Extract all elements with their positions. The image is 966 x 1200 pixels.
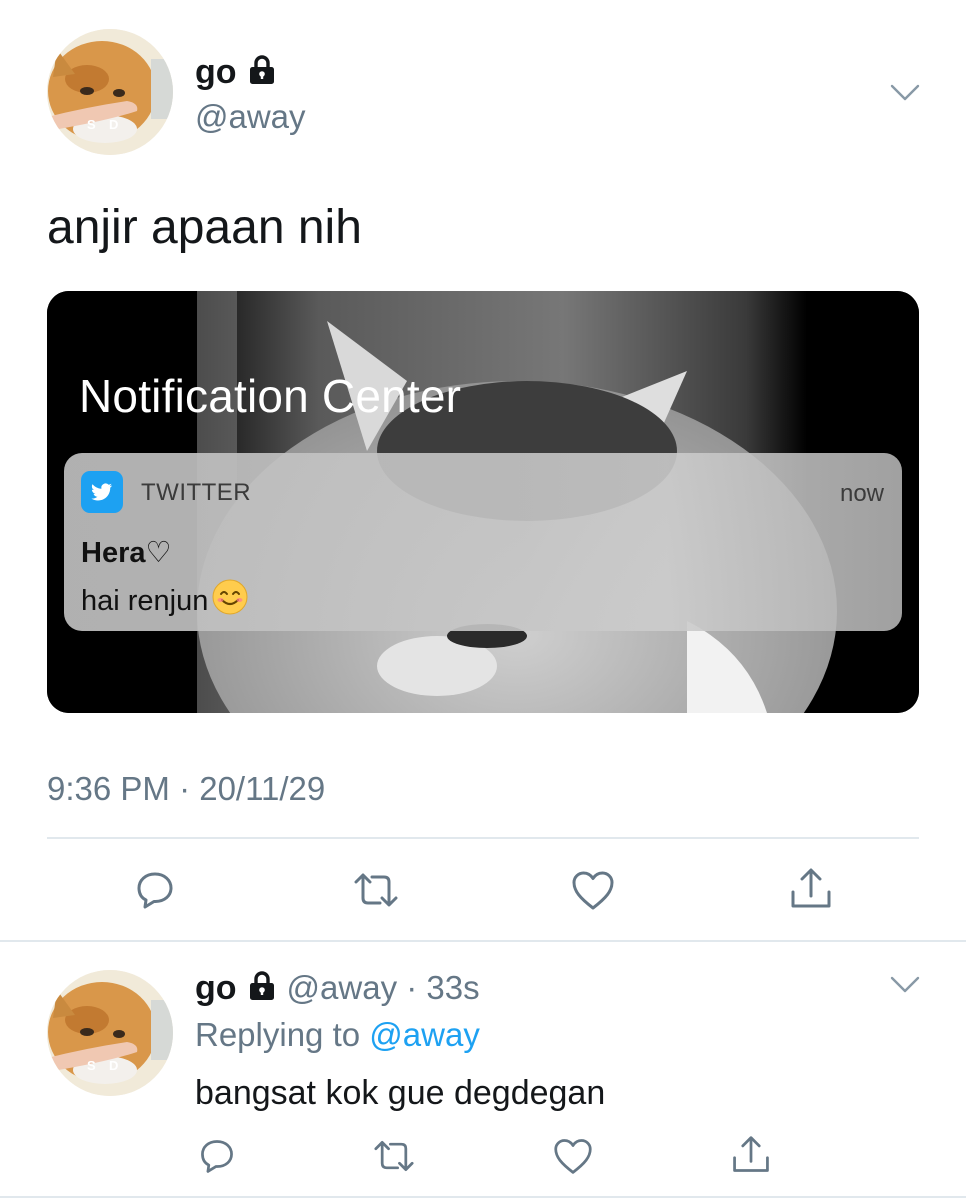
retweet-button[interactable] xyxy=(370,1136,418,1176)
avatar-letter: D xyxy=(109,1058,118,1073)
retweet-icon xyxy=(374,1141,414,1171)
section-divider xyxy=(0,940,966,942)
avatar-letter: S xyxy=(87,1058,96,1073)
reply-avatar[interactable]: S D xyxy=(47,970,173,1096)
author-name-row: go xyxy=(195,50,277,94)
reply-icon xyxy=(137,872,173,909)
notification-sender: Hera♡ xyxy=(81,537,172,569)
avatar[interactable]: S D xyxy=(47,29,173,155)
replying-to: Replying to @away xyxy=(195,1016,480,1054)
share-icon xyxy=(791,868,831,908)
notification-center-title: Notification Center xyxy=(79,370,462,422)
notification-message: hai renjun xyxy=(81,584,209,617)
notification-card: TWITTER now Hera♡ hai renjun xyxy=(64,453,902,631)
like-icon xyxy=(554,1139,592,1174)
reply-button[interactable] xyxy=(133,868,177,912)
avatar-letter: D xyxy=(109,117,118,132)
notification-message-row: hai renjun xyxy=(81,579,248,623)
tweet-text: anjir apaan nih xyxy=(47,201,362,254)
replying-to-label: Replying to xyxy=(195,1016,361,1053)
share-button[interactable] xyxy=(788,866,834,912)
reply-icon xyxy=(201,1140,233,1173)
share-button[interactable] xyxy=(730,1134,772,1176)
avatar-letter: S xyxy=(87,117,96,132)
retweet-icon xyxy=(354,873,398,907)
bottom-divider xyxy=(0,1196,966,1198)
chevron-down-icon[interactable] xyxy=(890,84,920,107)
chevron-down-icon[interactable] xyxy=(890,976,920,999)
like-icon xyxy=(572,871,614,910)
reply-button[interactable] xyxy=(197,1136,237,1176)
reply-author-name[interactable]: go xyxy=(195,969,237,1008)
reply-text: bangsat kok gue degdegan xyxy=(195,1074,606,1112)
like-button[interactable] xyxy=(570,868,616,912)
lock-icon xyxy=(247,970,277,1006)
smiling-face-emoji-icon xyxy=(212,579,248,623)
share-icon xyxy=(733,1136,769,1172)
notification-time: now xyxy=(839,480,884,507)
retweet-button[interactable] xyxy=(350,868,402,912)
twitter-bird-icon xyxy=(81,471,123,513)
tweet-timestamp[interactable]: 9:36 PM · 20/11/29 xyxy=(47,770,325,808)
tweet-media-image[interactable]: Notification Center TWITTER now Hera♡ ha… xyxy=(47,291,919,713)
lock-icon xyxy=(247,54,277,90)
author-handle[interactable]: @away xyxy=(195,98,306,136)
divider xyxy=(47,837,919,839)
author-name[interactable]: go xyxy=(195,53,237,92)
reply-header-row: go @away · 33s xyxy=(195,966,480,1010)
replying-to-mention[interactable]: @away xyxy=(369,1016,480,1053)
reply-handle-time[interactable]: @away · 33s xyxy=(287,969,480,1007)
notification-app-name: TWITTER xyxy=(141,479,252,506)
like-button[interactable] xyxy=(552,1136,594,1176)
